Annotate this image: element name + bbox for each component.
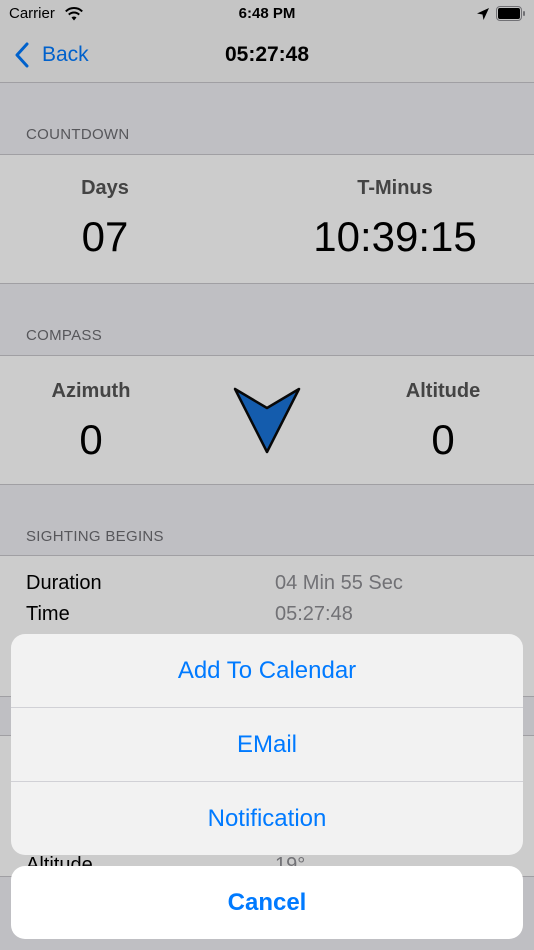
add-to-calendar-button[interactable]: Add To Calendar [11, 634, 523, 707]
action-sheet: Add To Calendar EMail Notification [11, 634, 523, 855]
screen: Carrier 6:48 PM Back 05:27:48 COUNTDOWN … [0, 0, 534, 950]
cancel-button[interactable]: Cancel [11, 866, 523, 939]
email-button[interactable]: EMail [11, 708, 523, 781]
notification-button[interactable]: Notification [11, 782, 523, 855]
